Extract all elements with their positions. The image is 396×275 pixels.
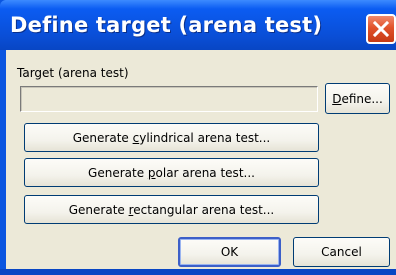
generate-polar-label: Generate polar arena test... — [88, 165, 255, 180]
ok-button[interactable]: OK — [178, 237, 281, 267]
window-title: Define target (arena test) — [10, 13, 323, 37]
title-bar[interactable]: Define target (arena test) — [0, 0, 396, 50]
generate-cylindrical-button[interactable]: Generate cylindrical arena test... — [24, 123, 319, 152]
close-icon — [372, 20, 390, 38]
define-button-label: Define... — [332, 91, 383, 106]
target-field[interactable] — [20, 86, 318, 112]
dialog-body: Target (arena test) Define... Generate c… — [6, 50, 396, 269]
target-label: Target (arena test) — [17, 66, 129, 80]
generate-rectangular-label: Generate rectangular arena test... — [68, 202, 275, 217]
generate-polar-button[interactable]: Generate polar arena test... — [24, 158, 319, 187]
define-button[interactable]: Define... — [325, 83, 390, 114]
generate-rectangular-button[interactable]: Generate rectangular arena test... — [24, 195, 319, 224]
window-bottom-border — [0, 269, 396, 275]
cancel-button[interactable]: Cancel — [293, 237, 390, 267]
close-button[interactable] — [366, 14, 396, 44]
dialog-window: Define target (arena test) Target (arena… — [0, 0, 396, 275]
generate-cylindrical-label: Generate cylindrical arena test... — [72, 130, 271, 145]
